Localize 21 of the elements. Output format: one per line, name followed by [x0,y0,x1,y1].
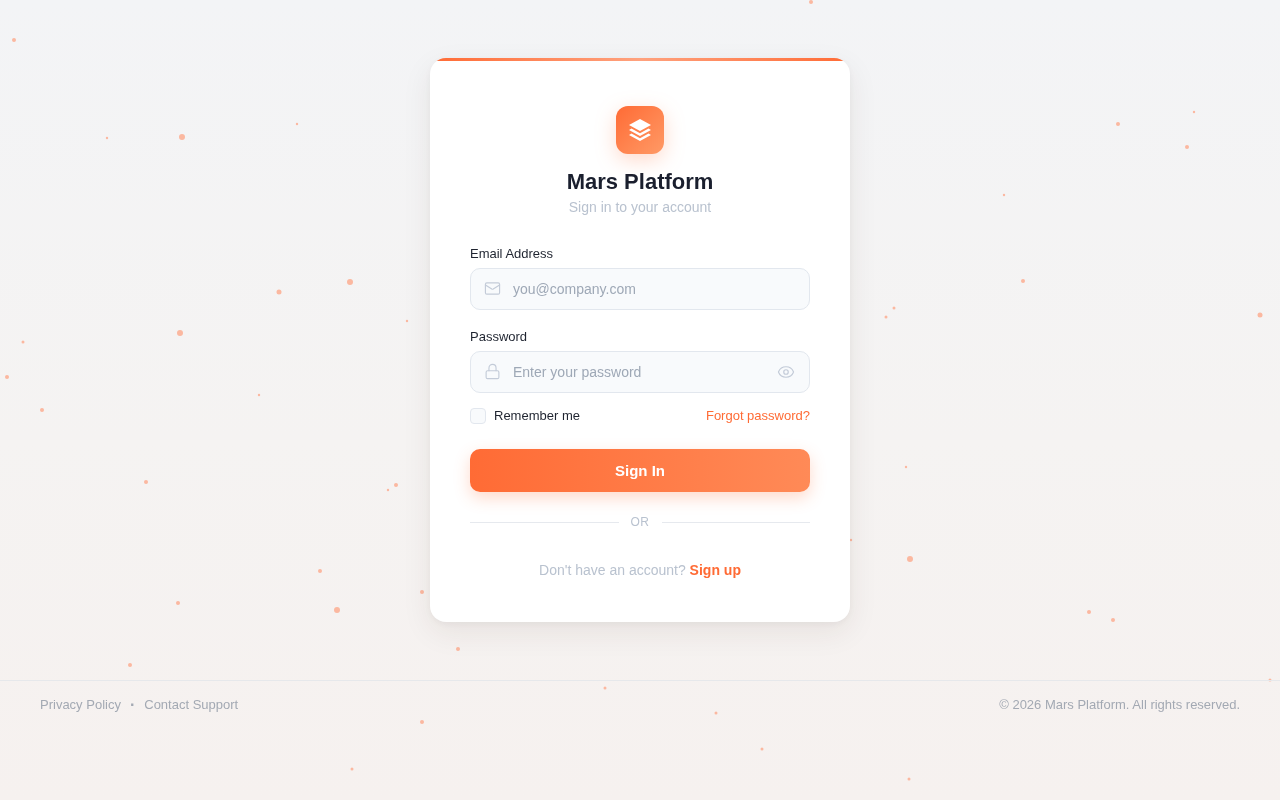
footer-link[interactable]: Contact Support [144,696,239,714]
copyright-text: © 2026 Mars Platform. All rights reserved. [999,696,1240,714]
footer-link[interactable]: Privacy Policy [40,696,121,714]
email-field[interactable]: you@company.com [470,268,810,310]
logo-icon [616,106,664,154]
divider-label: OR [630,514,650,530]
field-label: Email Address [470,245,554,263]
app-title: Mars Platform [566,168,714,195]
mail-icon [484,280,501,297]
lock-icon [484,363,501,380]
signup-prompt: Don't have an account? Sign up [539,561,741,580]
password-field[interactable]: Enter your password [470,351,810,393]
footer-separator: · [129,696,136,714]
field-label: Password [470,328,528,346]
forgot-password-link[interactable]: Forgot password? [705,407,810,425]
remember-checkbox[interactable] [470,408,486,424]
app-subtitle: Sign in to your account [568,198,712,217]
sign-in-button[interactable]: Sign In [470,449,810,492]
sign-up-link[interactable]: Sign up [689,562,741,578]
eye-icon[interactable] [777,363,795,381]
remember-label: Remember me [494,407,580,425]
